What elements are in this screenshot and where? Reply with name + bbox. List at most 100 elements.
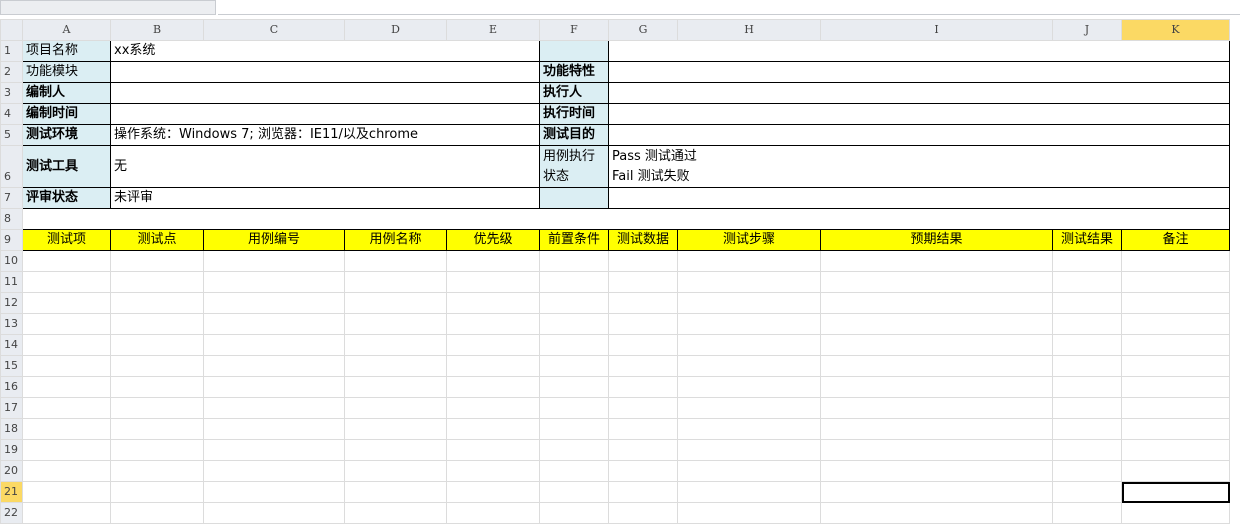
cell[interactable] — [344, 481, 447, 503]
row-header-18[interactable]: 18 — [0, 418, 23, 440]
cell[interactable] — [539, 334, 609, 356]
cell[interactable] — [539, 250, 609, 272]
cell[interactable] — [608, 334, 678, 356]
cell-g6[interactable]: Pass 测试通过 Fail 测试失败 — [608, 145, 1230, 188]
cell[interactable] — [344, 313, 447, 335]
cell[interactable] — [820, 502, 1053, 524]
cell[interactable] — [1121, 397, 1230, 419]
cell[interactable] — [110, 439, 204, 461]
cell[interactable] — [820, 460, 1053, 482]
column-header-f[interactable]: F — [539, 19, 609, 41]
cell[interactable] — [110, 397, 204, 419]
cell[interactable] — [677, 460, 821, 482]
cell[interactable] — [1121, 460, 1230, 482]
row-header-11[interactable]: 11 — [0, 271, 23, 293]
cell[interactable] — [820, 313, 1053, 335]
row-header-13[interactable]: 13 — [0, 313, 23, 335]
cell[interactable] — [1121, 418, 1230, 440]
cell[interactable] — [1121, 271, 1230, 293]
row-header-17[interactable]: 17 — [0, 397, 23, 419]
cell[interactable] — [203, 481, 345, 503]
formula-bar[interactable] — [218, 0, 1240, 15]
cell-f5[interactable]: 测试目的 — [539, 124, 609, 146]
cell[interactable] — [446, 397, 540, 419]
cell[interactable] — [820, 271, 1053, 293]
column-header-k[interactable]: K — [1121, 19, 1230, 41]
row-header-15[interactable]: 15 — [0, 355, 23, 377]
cell-b4[interactable] — [110, 103, 540, 125]
cell-a4[interactable]: 编制时间 — [22, 103, 111, 125]
cell[interactable] — [1121, 334, 1230, 356]
cell[interactable] — [1121, 502, 1230, 524]
cell[interactable] — [110, 460, 204, 482]
header-precondition[interactable]: 前置条件 — [539, 229, 609, 251]
cell[interactable] — [203, 418, 345, 440]
select-all-corner[interactable] — [0, 19, 23, 41]
cell-a1[interactable]: 项目名称 — [22, 40, 111, 62]
cell[interactable] — [1052, 355, 1122, 377]
cell[interactable] — [344, 418, 447, 440]
cell[interactable] — [203, 313, 345, 335]
cell[interactable] — [1121, 439, 1230, 461]
cell[interactable] — [344, 250, 447, 272]
header-test-steps[interactable]: 测试步骤 — [677, 229, 821, 251]
cell[interactable] — [608, 418, 678, 440]
cell[interactable] — [820, 250, 1053, 272]
cell[interactable] — [608, 460, 678, 482]
cell[interactable] — [820, 418, 1053, 440]
cell[interactable] — [446, 313, 540, 335]
cell[interactable] — [344, 334, 447, 356]
cell[interactable] — [203, 376, 345, 398]
cell[interactable] — [539, 439, 609, 461]
cell[interactable] — [1052, 460, 1122, 482]
cell[interactable] — [1121, 250, 1230, 272]
column-header-c[interactable]: C — [203, 19, 345, 41]
cell[interactable] — [1052, 376, 1122, 398]
cell-g2[interactable] — [608, 61, 1230, 83]
cell[interactable] — [22, 271, 111, 293]
cell[interactable] — [22, 502, 111, 524]
cell[interactable] — [608, 439, 678, 461]
cell[interactable] — [608, 502, 678, 524]
cell[interactable] — [203, 397, 345, 419]
cell[interactable] — [203, 250, 345, 272]
cell[interactable] — [677, 355, 821, 377]
cell[interactable] — [677, 292, 821, 314]
cell[interactable] — [677, 376, 821, 398]
cell-b6[interactable]: 无 — [110, 145, 540, 188]
cell[interactable] — [22, 397, 111, 419]
cell[interactable] — [344, 397, 447, 419]
cell[interactable] — [1052, 271, 1122, 293]
cell[interactable] — [539, 418, 609, 440]
cell[interactable] — [203, 334, 345, 356]
row-header-6[interactable]: 6 — [0, 145, 23, 188]
cell[interactable] — [1121, 376, 1230, 398]
cell[interactable] — [22, 355, 111, 377]
cell[interactable] — [539, 292, 609, 314]
cell[interactable] — [344, 460, 447, 482]
row-header-9[interactable]: 9 — [0, 229, 23, 251]
cell[interactable] — [539, 355, 609, 377]
cell-b2[interactable] — [110, 61, 540, 83]
cell-g5[interactable] — [608, 124, 1230, 146]
cell[interactable] — [608, 376, 678, 398]
cell-a8[interactable] — [22, 208, 1230, 230]
cell[interactable] — [820, 376, 1053, 398]
cell[interactable] — [203, 292, 345, 314]
cell[interactable] — [446, 292, 540, 314]
cell[interactable] — [203, 502, 345, 524]
row-header-22[interactable]: 22 — [0, 502, 23, 524]
cell[interactable] — [446, 502, 540, 524]
cell[interactable] — [446, 250, 540, 272]
row-header-1[interactable]: 1 — [0, 40, 23, 62]
cell-b5[interactable]: 操作系统：Windows 7; 浏览器：IE11/以及chrome — [110, 124, 540, 146]
row-header-19[interactable]: 19 — [0, 439, 23, 461]
header-case-id[interactable]: 用例编号 — [203, 229, 345, 251]
cell[interactable] — [677, 481, 821, 503]
cell[interactable] — [446, 355, 540, 377]
cell[interactable] — [677, 271, 821, 293]
header-priority[interactable]: 优先级 — [446, 229, 540, 251]
column-header-h[interactable]: H — [677, 19, 821, 41]
cell[interactable] — [344, 439, 447, 461]
cell[interactable] — [608, 397, 678, 419]
